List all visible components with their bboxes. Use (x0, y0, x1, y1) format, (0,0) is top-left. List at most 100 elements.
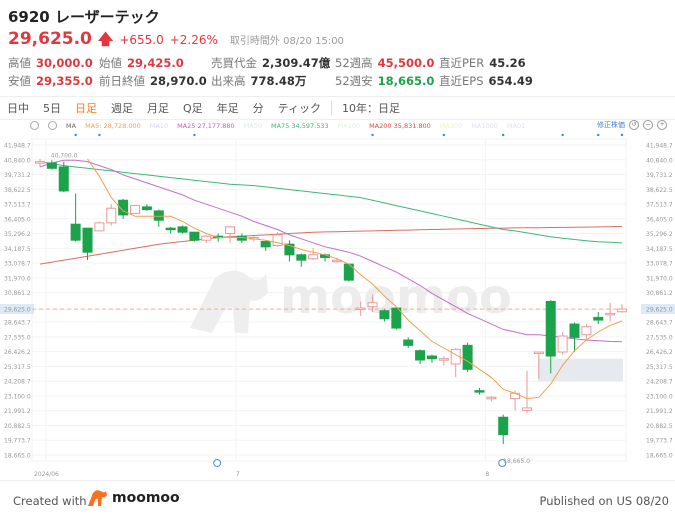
stat-turnover: 売買代金 2,309.47億 (211, 56, 331, 70)
y-tick-label-left: 19,773.7 (4, 438, 31, 445)
tab-monthly[interactable]: 月足 (140, 100, 176, 116)
candle-body (593, 316, 604, 321)
y-tick-label-left: 30,861.2 (4, 290, 31, 297)
candle-body (260, 241, 271, 248)
y-tick-label-right: 25,317.5 (646, 364, 673, 371)
candle-body (533, 351, 544, 355)
market-status: 取引時間外 08/20 15:00 (229, 36, 344, 47)
candle-body (296, 254, 307, 261)
y-tick-label-left: 18,665.0 (4, 453, 31, 460)
tab-minute[interactable]: 分 (246, 100, 271, 116)
candle-body (189, 231, 200, 241)
candle-body (498, 416, 509, 436)
high-annotation: 40,700.0 (51, 153, 78, 160)
candle-body (438, 358, 449, 361)
y-tick-label-left: 41,948.7 (4, 143, 31, 150)
y-tick-label-left: 34,187.5 (4, 246, 31, 253)
y-tick-label-right: 31,970.0 (646, 275, 673, 282)
y-tick-label-left: 29,625.0 (4, 307, 31, 314)
stat-per: 直近PER 45.26 (439, 56, 526, 70)
candle-body (486, 396, 497, 400)
price-change: +655.0 (119, 33, 164, 47)
event-marker-dot (561, 133, 564, 137)
candle-body (379, 310, 390, 320)
candle-body (153, 210, 164, 221)
candle-body (545, 300, 556, 357)
candle-body (426, 355, 437, 360)
created-with-label: Created with (13, 494, 87, 508)
y-tick-label-right: 21,991.2 (646, 408, 673, 415)
y-tick-label-right: 36,405.0 (646, 216, 673, 223)
candlestick-chart[interactable]: 41,948.7 41,948.7 40,840.0 40,840.0 39,731.2… (0, 128, 675, 478)
y-tick-label-right: 19,773.7 (646, 438, 673, 445)
candle-body (617, 308, 627, 313)
event-marker-dot (74, 133, 77, 137)
y-tick-label-right: 41,948.7 (646, 143, 673, 150)
tab-tick[interactable]: ティック (271, 100, 328, 116)
y-tick-label-right: 38,622.5 (646, 187, 673, 194)
candle-body (130, 205, 141, 215)
price-row: 29,625.0 🡅 +655.0 +2.26% 取引時間外 08/20 15:… (8, 29, 344, 54)
x-tick-label: 8 (485, 471, 489, 478)
footer: Created with moomoo Published on US 08/2… (0, 480, 675, 520)
stat-eps: 直近EPS 654.49 (439, 74, 533, 88)
candle-body (58, 166, 69, 192)
published-label: Published on US 08/20 (539, 494, 669, 508)
candle-body (391, 307, 402, 329)
event-marker-dot (193, 133, 196, 137)
candle-body (521, 407, 532, 412)
y-tick-label-left: 33,078.7 (4, 261, 31, 268)
moomoo-bull-icon (88, 490, 107, 506)
event-marker-dot (98, 133, 101, 137)
y-tick-label-right: 18,665.0 (646, 453, 673, 460)
candle-body (557, 335, 568, 353)
candle-body (569, 323, 580, 338)
x-tick-label: 2024/06 (34, 471, 59, 478)
y-tick-label-left: 21,991.2 (4, 408, 31, 415)
x-tick-label: 7 (236, 471, 240, 478)
y-tick-label-left: 27,535.0 (4, 334, 31, 341)
candle-body (106, 207, 117, 224)
y-tick-label-right: 35,296.2 (646, 231, 673, 238)
y-tick-label-right: 23,100.0 (646, 393, 673, 400)
y-tick-label-right: 28,643.7 (646, 320, 673, 327)
tab-weekly[interactable]: 週足 (104, 100, 140, 116)
candle-body (46, 162, 57, 169)
tab-5day[interactable]: 5日 (36, 100, 68, 116)
stat-open: 始値 29,425.0 (99, 56, 184, 70)
y-tick-label-left: 39,731.2 (4, 172, 31, 179)
y-tick-label-left: 25,317.5 (4, 364, 31, 371)
tab-10y-daily[interactable]: 10年：日足 (335, 100, 407, 116)
tab-daily[interactable]: 日足 (68, 100, 104, 116)
candle-body (141, 206, 152, 211)
tab-intraday[interactable]: 日中 (0, 100, 36, 116)
candle-body (605, 312, 616, 316)
stat-high: 高値 30,000.0 (8, 56, 93, 70)
candle-body (355, 307, 366, 311)
y-tick-label-right: 30,861.2 (646, 290, 673, 297)
ma200-line (39, 225, 623, 265)
y-tick-label-right: 33,078.7 (646, 261, 673, 268)
stat-prev-close: 前日終値 28,970.0 (99, 74, 207, 88)
y-tick-label-right: 27,535.0 (646, 334, 673, 341)
candle-body (510, 392, 521, 400)
y-tick-label-right: 26,426.2 (646, 349, 673, 356)
event-marker-dot (620, 133, 624, 137)
tab-quarterly[interactable]: Q足 (176, 100, 210, 116)
stat-52w-high: 52週高 45,500.0 (335, 56, 435, 70)
y-tick-label-left: 20,882.5 (4, 423, 31, 430)
moomoo-logo: moomoo (86, 489, 180, 507)
candle-body (94, 222, 105, 232)
watermark-logo (190, 270, 268, 333)
y-tick-label-left: 38,622.5 (4, 187, 31, 194)
stat-52w-low: 52週安 18,665.0 (335, 74, 435, 88)
y-tick-label-right: 37,513.7 (646, 202, 673, 209)
y-tick-label-left: 28,643.7 (4, 320, 31, 327)
candle-body (474, 390, 485, 393)
y-tick-label-left: 35,296.2 (4, 231, 31, 238)
candle-body (177, 226, 188, 233)
candle-body (225, 226, 236, 235)
y-tick-label-right: 20,882.5 (646, 423, 673, 430)
candle-body (462, 344, 473, 370)
tab-yearly[interactable]: 年足 (210, 100, 246, 116)
